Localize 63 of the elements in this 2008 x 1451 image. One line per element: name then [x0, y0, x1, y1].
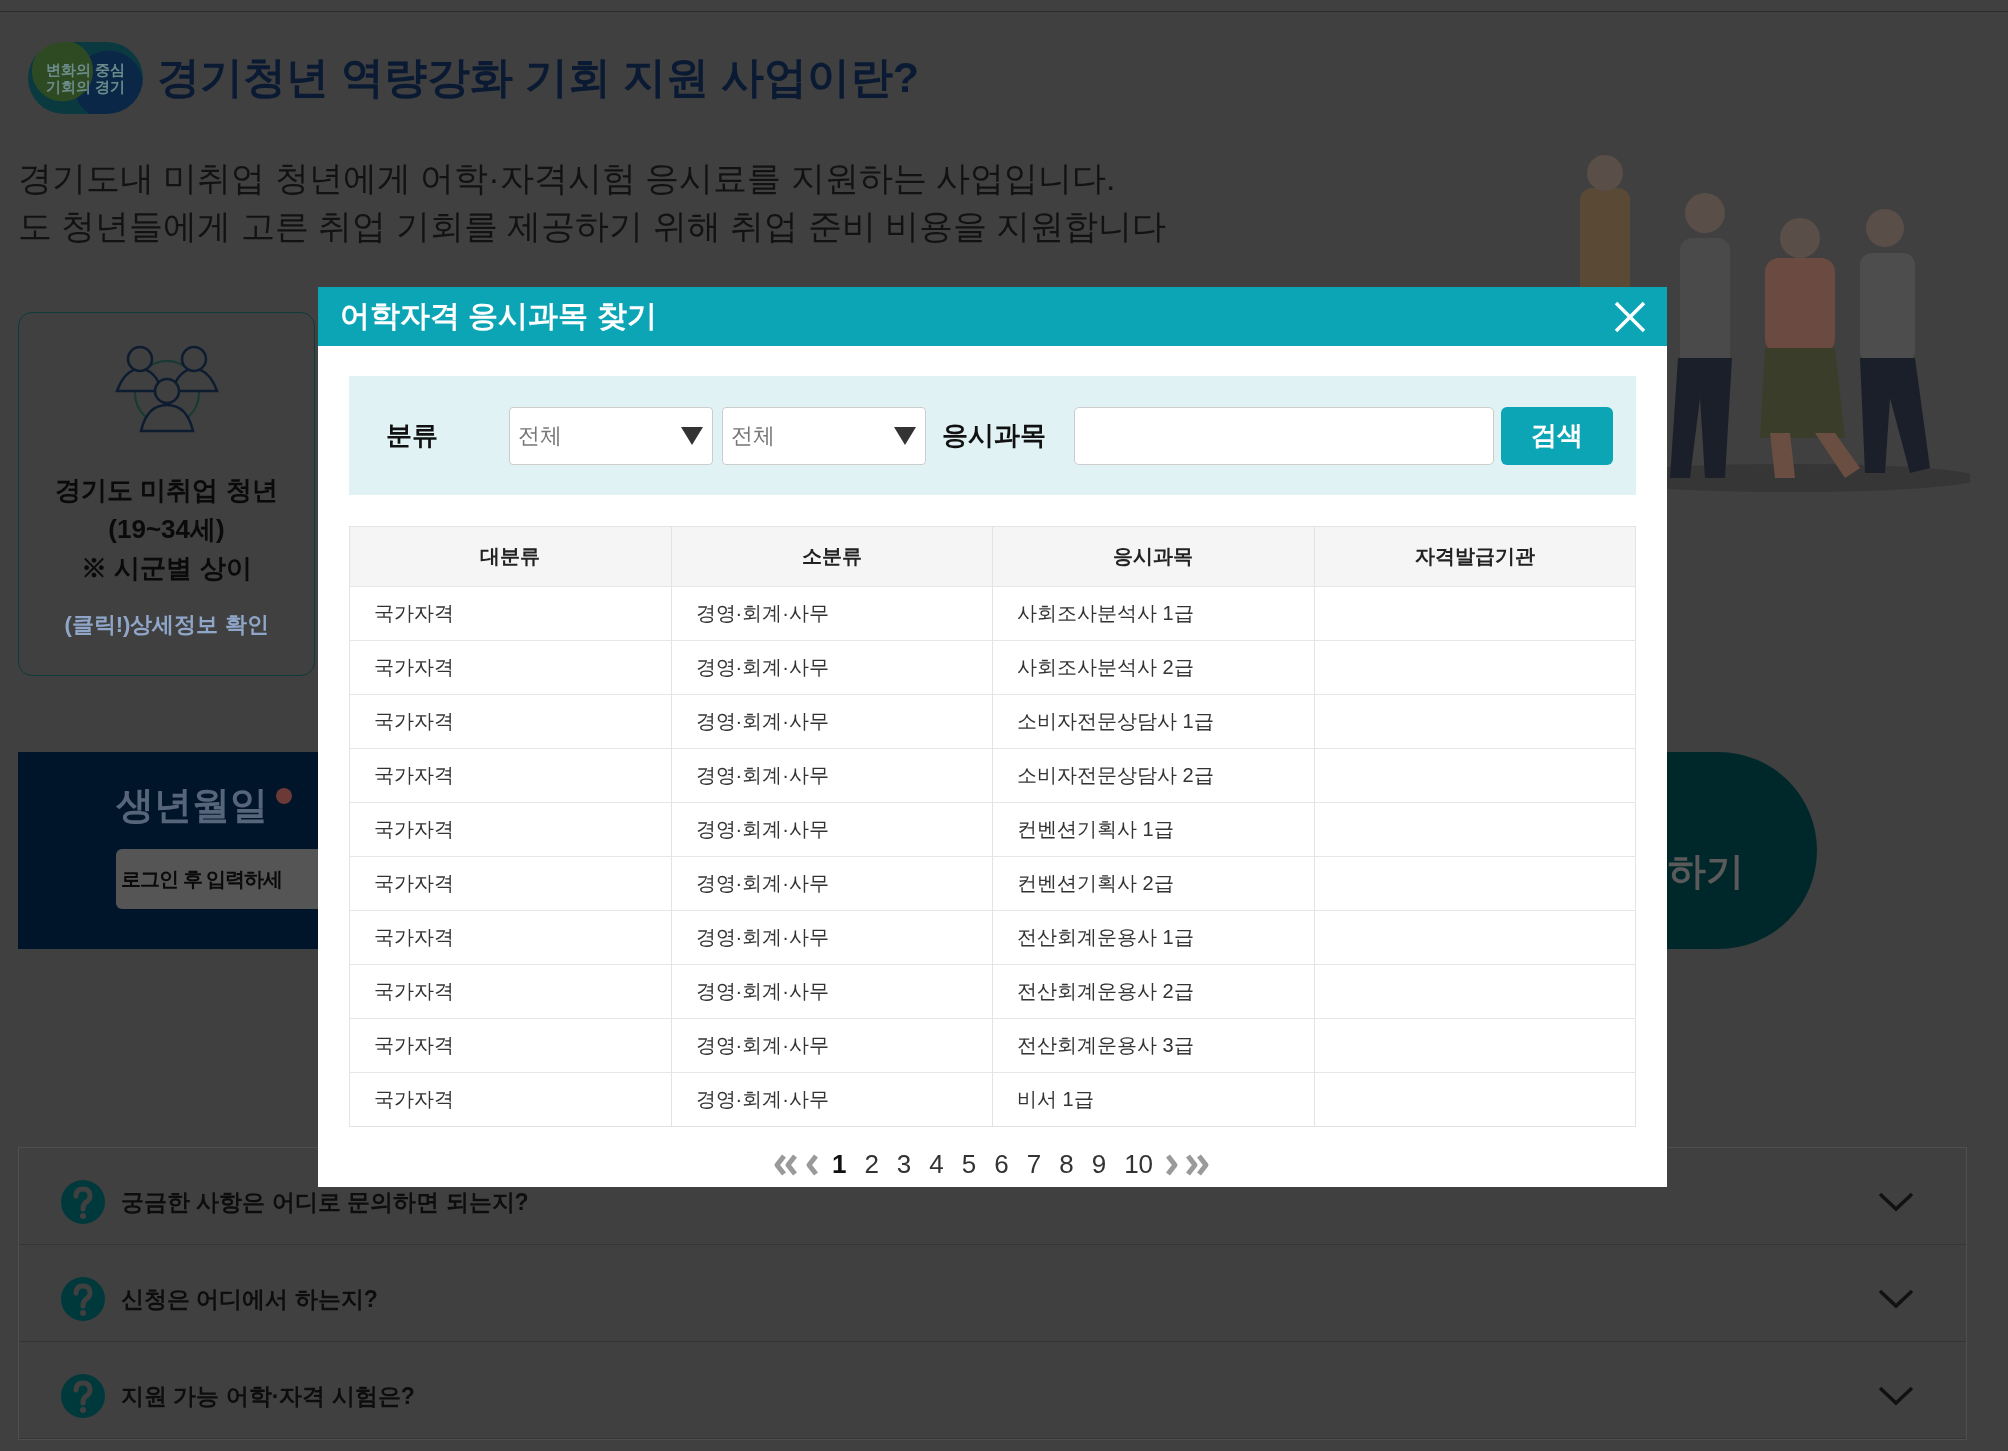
chevron-down-icon [1878, 1192, 1914, 1212]
table-cell: 국가자격 [349, 694, 671, 749]
table-cell: 경영·회계·사무 [671, 802, 993, 857]
page-link[interactable]: 7 [1017, 1149, 1051, 1180]
subject-label: 응시과목 [942, 419, 1046, 452]
column-header: 자격발급기관 [1314, 526, 1636, 587]
table-cell: 국가자격 [349, 964, 671, 1019]
table-cell: 국가자격 [349, 586, 671, 641]
dialog-title: 어학자격 응시과목 찾기 [340, 298, 657, 334]
question-icon [61, 1180, 105, 1224]
caret-icon [680, 425, 704, 446]
page-link[interactable]: 5 [952, 1149, 986, 1180]
page-link[interactable]: 3 [887, 1149, 921, 1180]
table-cell: 국가자격 [349, 802, 671, 857]
table-cell: 경영·회계·사무 [671, 586, 993, 641]
logo-text: 변화의 중심 [45, 61, 126, 78]
table-cell: 경영·회계·사무 [671, 910, 993, 965]
table-cell: 국가자격 [349, 748, 671, 803]
chevron-down-icon [1878, 1386, 1914, 1406]
page-link[interactable]: 4 [920, 1149, 953, 1180]
subject-field[interactable] [1074, 406, 1494, 465]
page-link[interactable]: 9 [1082, 1149, 1116, 1180]
column-header: 응시과목 [992, 526, 1314, 587]
table-cell: 사회조사분석사 2급 [992, 640, 1314, 695]
table-cell: 국가자격 [349, 856, 671, 911]
column-header: 대분류 [349, 526, 671, 587]
table-cell: 소비자전문상담사 2급 [992, 748, 1314, 803]
column-header: 소분류 [671, 526, 993, 587]
logo-text: 기회의 경기 [45, 78, 126, 95]
table-cell: 국가자격 [349, 910, 671, 965]
details-link[interactable]: (클릭!)상세정보 확인 [64, 610, 269, 640]
table-cell: 컨벤션기획사 2급 [992, 856, 1314, 911]
category-label: 분류 [386, 419, 439, 452]
table-cell: 컨벤션기획사 1급 [992, 802, 1314, 857]
table-cell: 전산회계운용사 1급 [992, 910, 1314, 965]
table-cell: 경영·회계·사무 [671, 1072, 993, 1127]
table-cell: 경영·회계·사무 [671, 748, 993, 803]
birth-date-label: 생년월일 [116, 783, 268, 828]
page-link[interactable]: 6 [985, 1149, 1018, 1180]
question-icon [61, 1277, 105, 1321]
table-cell: 경영·회계·사무 [671, 1018, 993, 1073]
page-link[interactable]: 8 [1050, 1149, 1083, 1180]
page-link[interactable]: 2 [855, 1149, 888, 1180]
table-cell: 경영·회계·사무 [671, 964, 993, 1019]
question-icon [61, 1374, 105, 1418]
category-select[interactable]: 전체 [722, 406, 926, 465]
close-button[interactable] [1613, 299, 1647, 334]
table-cell: 경영·회계·사무 [671, 694, 993, 749]
table-cell: 전산회계운용사 3급 [992, 1018, 1314, 1073]
table-cell: 비서 1급 [992, 1072, 1314, 1127]
table-cell: 경영·회계·사무 [671, 856, 993, 911]
table-cell: 국가자격 [349, 1072, 671, 1127]
table-cell: 국가자격 [349, 1018, 671, 1073]
chevron-down-icon [1878, 1289, 1914, 1309]
table-cell: 국가자격 [349, 640, 671, 695]
table-cell: 사회조사분석사 1급 [992, 586, 1314, 641]
page-link[interactable]: 10 [1115, 1149, 1163, 1180]
table-cell: 경영·회계·사무 [671, 640, 993, 695]
page-link[interactable]: 1 [822, 1149, 856, 1180]
category-select[interactable]: 전체 [509, 406, 713, 465]
table-cell: 전산회계운용사 2급 [992, 964, 1314, 1019]
table-cell: 소비자전문상담사 1급 [992, 694, 1314, 749]
caret-icon [893, 425, 917, 446]
